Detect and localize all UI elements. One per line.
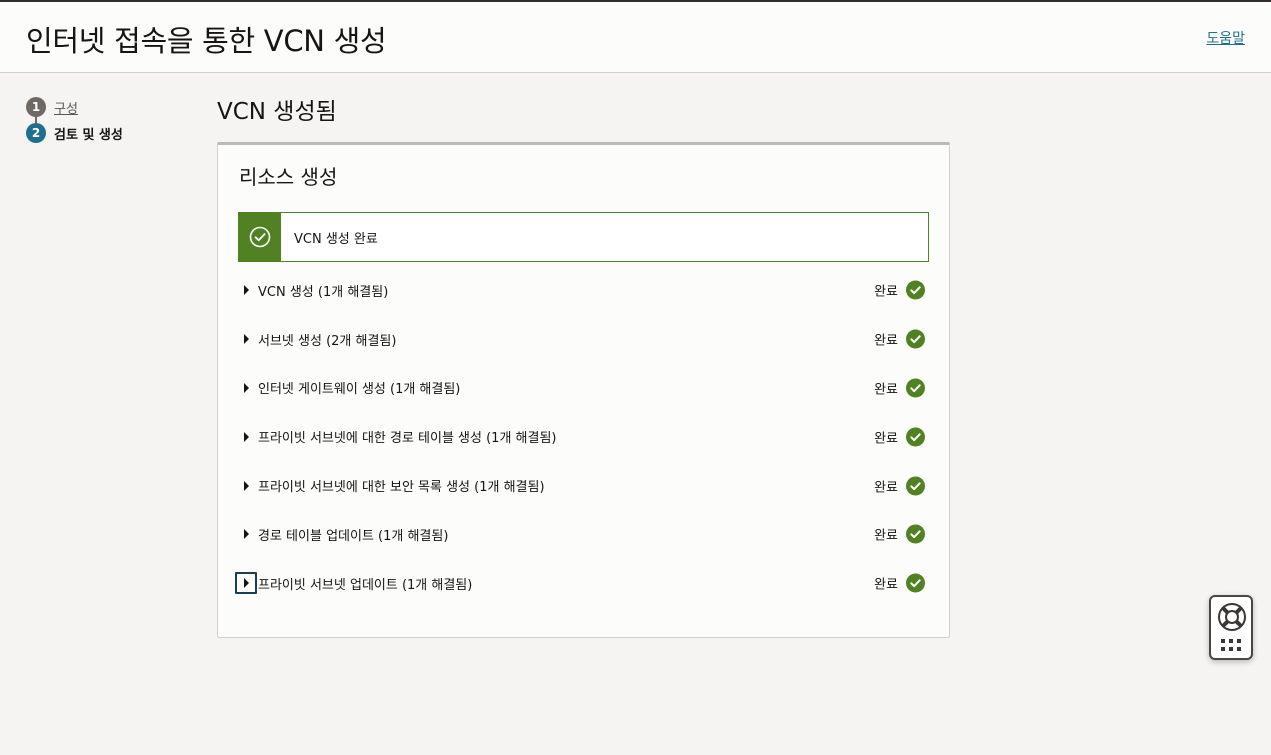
- step-label-configure[interactable]: 구성: [54, 98, 78, 117]
- page-title: VCN 생성됨: [217, 99, 337, 125]
- resource-creation-card: 리소스 생성 VCN 생성 완료 VCN 생성 (1개 해결됨) 완료 서브넷 …: [217, 142, 950, 638]
- banner-text: VCN 생성 완료: [294, 231, 378, 247]
- caret-right-icon: [243, 334, 249, 345]
- status-text: 완료: [874, 333, 898, 349]
- resource-item-status: 완료: [874, 573, 925, 593]
- success-banner: VCN 생성 완료: [238, 212, 929, 262]
- resource-item-status: 완료: [874, 476, 925, 496]
- support-helper-button[interactable]: [1209, 595, 1253, 660]
- wizard-steps: 1 구성 2 검토 및 생성: [26, 94, 123, 146]
- resource-item-status: 완료: [874, 329, 925, 349]
- step-number-badge: 2: [26, 123, 46, 143]
- expand-toggle[interactable]: [235, 523, 257, 545]
- caret-right-icon: [243, 529, 249, 540]
- resource-item: 프라이빗 서브넷 업데이트 (1개 해결됨) 완료: [235, 559, 929, 608]
- status-text: 완료: [874, 284, 898, 300]
- success-check-icon: [906, 280, 925, 300]
- step-number-badge: 1: [26, 97, 46, 117]
- expand-toggle[interactable]: [235, 426, 257, 448]
- step-configure[interactable]: 1 구성: [26, 94, 123, 124]
- success-check-icon: [906, 427, 925, 447]
- resource-item-label[interactable]: VCN 생성 (1개 해결됨): [258, 281, 388, 300]
- help-link[interactable]: 도움말: [1206, 28, 1245, 48]
- grid-dots-icon: [1221, 639, 1241, 651]
- resource-item: 프라이빗 서브넷에 대한 경로 테이블 생성 (1개 해결됨) 완료: [238, 412, 929, 461]
- success-check-icon: [906, 476, 925, 496]
- resource-item-status: 완료: [874, 427, 925, 447]
- resource-item-label[interactable]: 서브넷 생성 (2개 해결됨): [258, 330, 396, 349]
- caret-right-icon: [243, 480, 249, 491]
- expand-toggle[interactable]: [235, 572, 257, 595]
- card-title: 리소스 생성: [239, 165, 338, 189]
- caret-right-icon: [243, 431, 249, 442]
- resource-item: VCN 생성 (1개 해결됨) 완료: [238, 266, 929, 315]
- resource-item-status: 완료: [874, 524, 925, 544]
- status-text: 완료: [874, 577, 898, 593]
- expand-toggle[interactable]: [235, 279, 257, 301]
- caret-right-icon: [243, 285, 249, 296]
- step-label-review-create: 검토 및 생성: [54, 127, 123, 143]
- resource-item-label[interactable]: 프라이빗 서브넷 업데이트 (1개 해결됨): [258, 574, 472, 593]
- success-check-icon: [906, 329, 925, 349]
- resource-item-label[interactable]: 인터넷 게이트웨이 생성 (1개 해결됨): [258, 378, 460, 397]
- resource-item: 서브넷 생성 (2개 해결됨) 완료: [238, 315, 929, 364]
- resource-item-label[interactable]: 프라이빗 서브넷에 대한 보안 목록 생성 (1개 해결됨): [258, 476, 545, 495]
- lifebuoy-icon: [1218, 603, 1246, 631]
- banner-icon-box: [239, 213, 281, 261]
- status-text: 완료: [874, 528, 898, 544]
- caret-right-icon: [243, 382, 249, 393]
- resource-list: VCN 생성 (1개 해결됨) 완료 서브넷 생성 (2개 해결됨) 완료 인터…: [235, 266, 929, 608]
- success-check-icon: [906, 524, 925, 544]
- resource-item-status: 완료: [874, 280, 925, 300]
- success-check-icon: [906, 573, 925, 593]
- page-header: 인터넷 접속을 통한 VCN 생성 도움말: [0, 2, 1271, 73]
- expand-toggle[interactable]: [235, 377, 257, 399]
- resource-item-label[interactable]: 경로 테이블 업데이트 (1개 해결됨): [258, 525, 448, 544]
- success-check-icon: [906, 378, 925, 398]
- check-circle-icon: [249, 226, 271, 248]
- caret-right-icon: [243, 578, 249, 589]
- status-text: 완료: [874, 382, 898, 398]
- expand-toggle[interactable]: [235, 475, 257, 497]
- resource-item: 경로 테이블 업데이트 (1개 해결됨) 완료: [238, 510, 929, 559]
- status-text: 완료: [874, 431, 898, 447]
- resource-item: 인터넷 게이트웨이 생성 (1개 해결됨) 완료: [238, 364, 929, 413]
- resource-item: 프라이빗 서브넷에 대한 보안 목록 생성 (1개 해결됨) 완료: [238, 461, 929, 510]
- status-text: 완료: [874, 480, 898, 496]
- resource-item-status: 완료: [874, 378, 925, 398]
- resource-item-label[interactable]: 프라이빗 서브넷에 대한 경로 테이블 생성 (1개 해결됨): [258, 427, 557, 446]
- expand-toggle[interactable]: [235, 328, 257, 350]
- page-header-title: 인터넷 접속을 통한 VCN 생성: [26, 24, 387, 58]
- step-review-create: 2 검토 및 생성: [26, 120, 123, 146]
